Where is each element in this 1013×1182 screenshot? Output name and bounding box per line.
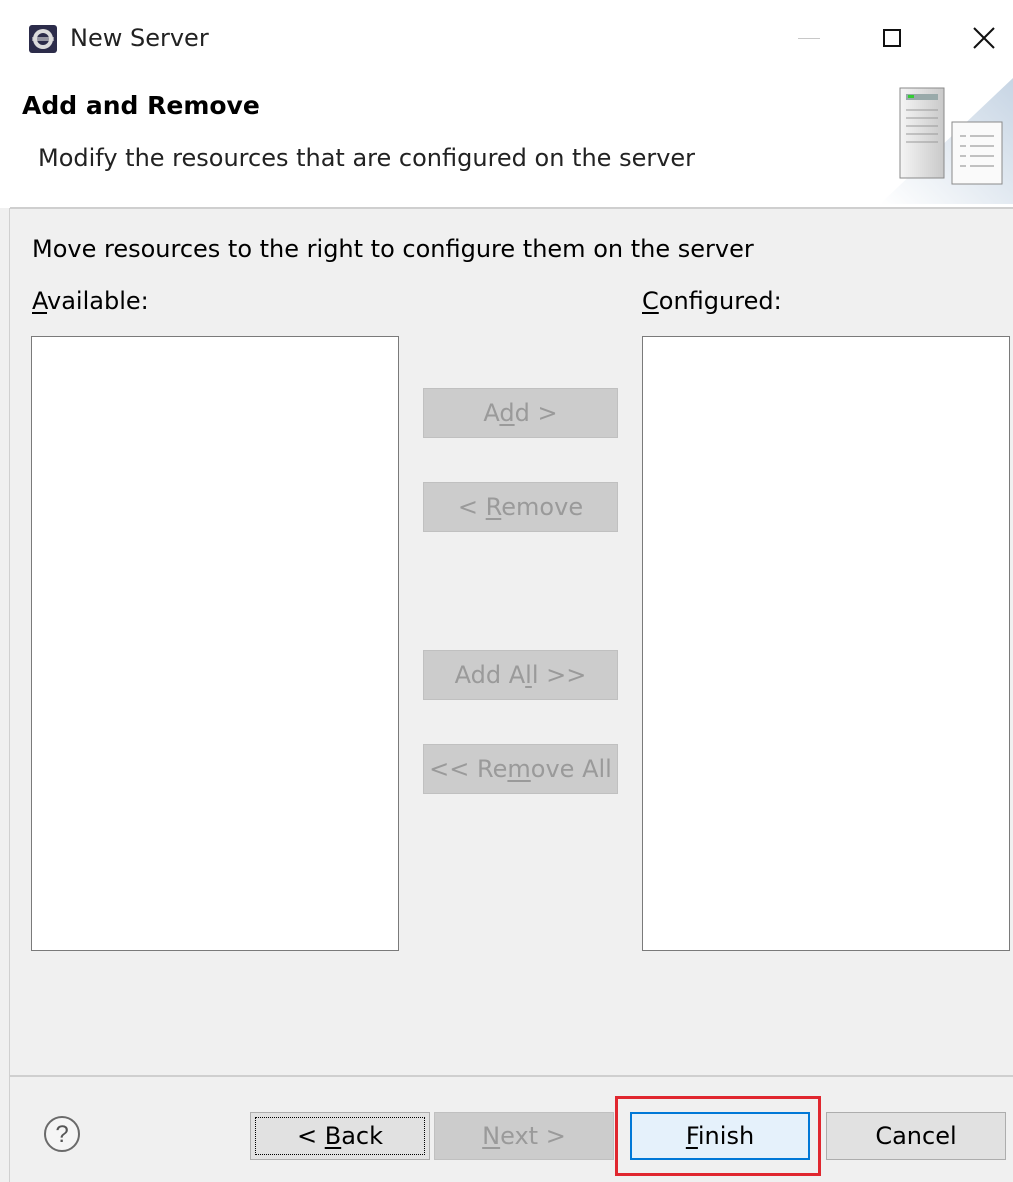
focus-indicator	[255, 1117, 425, 1155]
eclipse-server-icon	[28, 24, 58, 54]
page-title: Add and Remove	[22, 91, 260, 120]
instruction-text: Move resources to the right to configure…	[32, 235, 754, 263]
add-all-button[interactable]: Add All >>	[423, 650, 618, 700]
next-button[interactable]: Next >	[434, 1112, 614, 1160]
remove-button[interactable]: < Remove	[423, 482, 618, 532]
server-wizard-banner-icon	[880, 78, 1013, 204]
question-mark-icon[interactable]: ?	[42, 1114, 82, 1154]
footer-separator	[10, 1075, 1013, 1077]
page-description: Modify the resources that are configured…	[38, 144, 696, 172]
close-button[interactable]	[964, 20, 1004, 56]
configured-list[interactable]	[642, 336, 1010, 951]
close-icon	[973, 27, 995, 49]
cancel-button[interactable]: Cancel	[826, 1112, 1006, 1160]
add-button[interactable]: Add >	[423, 388, 618, 438]
finish-highlight-annotation	[615, 1096, 821, 1176]
back-button[interactable]: < Back	[250, 1112, 430, 1160]
available-label: Available:	[32, 287, 149, 315]
maximize-button[interactable]	[872, 20, 912, 56]
available-list[interactable]	[31, 336, 399, 951]
remove-all-button[interactable]: << Remove All	[423, 744, 618, 794]
svg-text:?: ?	[55, 1121, 68, 1148]
maximize-icon	[883, 29, 901, 47]
configured-label: Configured:	[642, 287, 782, 315]
minimize-button[interactable]	[789, 20, 829, 56]
window-title: New Server	[70, 24, 209, 52]
header-separator	[10, 207, 1013, 209]
minimize-icon	[798, 37, 820, 39]
